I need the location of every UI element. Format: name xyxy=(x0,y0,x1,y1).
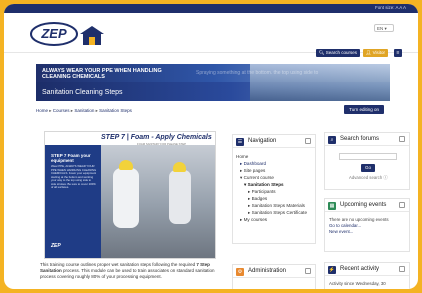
zep-logo[interactable]: ZEP xyxy=(30,21,108,47)
block-actions-icon[interactable] xyxy=(399,266,405,272)
navigation-block: ☰ Navigation Home ▸ Dashboard ▸ Site pages… xyxy=(232,134,316,244)
worker-figure xyxy=(169,170,191,224)
breadcrumb-course[interactable]: Sanitation Steps xyxy=(99,108,132,113)
hardhat-icon xyxy=(173,162,186,172)
advanced-search-label: Advanced search xyxy=(349,175,383,180)
nav-item[interactable]: ▸ Site pages xyxy=(236,167,316,174)
image-logo: ZEP xyxy=(51,243,61,249)
language-select[interactable]: EN ▾ xyxy=(374,24,394,32)
block-header: ⌕ Search forums xyxy=(325,133,409,146)
upcoming-events-title: Upcoming events xyxy=(340,202,387,208)
nav-item-label: Current course xyxy=(243,175,274,180)
chevron-down-icon: ▾ xyxy=(384,26,387,31)
image-step-title: STEP 7 Foam your equipment xyxy=(51,153,91,163)
nav-item[interactable]: ▸ Sanitation Steps Certificate xyxy=(236,209,316,216)
lang-label: EN xyxy=(377,26,384,31)
course-image: STEP 7 | Foam - Apply Chemicals FOAM SAN… xyxy=(44,131,216,259)
font-size-control[interactable]: Font size: A A A xyxy=(375,5,406,10)
navigation-tree: Home ▸ Dashboard ▸ Site pages ▾ Current cou… xyxy=(236,153,316,223)
action-bar: 🔍︎ Search courses 👤︎ Visitor ≡ xyxy=(32,48,414,59)
events-content: There are no upcoming events Go to calen… xyxy=(329,217,409,235)
banner-overlay-text: Spraying something at the bottom. the to… xyxy=(196,70,319,76)
user-icon: 👤︎ xyxy=(365,50,373,55)
outer-frame: Font size: A A A ZEP EN ▾ 🔍︎ Search cour… xyxy=(0,0,422,293)
search-icon: 🔍︎ xyxy=(318,50,326,55)
block-header: ⚡ Recent activity xyxy=(325,263,409,276)
description-text-2: process. This module can be used to trai… xyxy=(40,268,215,279)
nav-item-label: Sanitation Steps Certificate xyxy=(251,210,308,215)
search-courses-label: Search courses xyxy=(325,50,357,55)
image-step-body: Wear PPE, ALWAYS WEAR YOUR PPE WHEN HAND… xyxy=(51,164,97,189)
block-actions-icon[interactable] xyxy=(399,202,405,208)
visitor-label: Visitor xyxy=(372,50,385,55)
search-icon: ⌕ xyxy=(328,136,336,144)
forum-search-input[interactable] xyxy=(339,153,397,160)
nav-item-label: Badges xyxy=(251,196,268,201)
description-text: This training course outlines proper wet… xyxy=(40,262,197,267)
nav-item[interactable]: ▾ Current course xyxy=(236,174,316,181)
nav-item[interactable]: ▾ Sanitation Steps xyxy=(236,181,316,188)
block-actions-icon[interactable] xyxy=(399,136,405,142)
page: Font size: A A A ZEP EN ▾ 🔍︎ Search cour… xyxy=(4,4,418,289)
nav-item-label: Sanitation Steps Materials xyxy=(251,203,305,208)
breadcrumb: Home ▸ Courses ▸ Sanitation ▸ Sanitation… xyxy=(36,108,132,113)
breadcrumb-sanitation[interactable]: Sanitation xyxy=(74,108,94,113)
nav-item[interactable]: Home xyxy=(236,153,316,160)
search-forums-block: ⌕ Search forums Go Advanced search ⓘ xyxy=(324,132,410,190)
search-forums-title: Search forums xyxy=(340,136,380,142)
search-courses-button[interactable]: 🔍︎ Search courses xyxy=(315,49,360,57)
image-title: STEP 7 | Foam - Apply Chemicals xyxy=(101,134,212,141)
nav-item[interactable]: ▸ Dashboard xyxy=(236,160,316,167)
hardhat-icon xyxy=(119,160,133,170)
bolt-icon: ⚡ xyxy=(328,266,336,274)
worker-figure xyxy=(113,168,139,228)
visitor-button[interactable]: 👤︎ Visitor xyxy=(362,49,388,57)
menu-button[interactable]: ≡ xyxy=(394,49,402,57)
recent-activity-title: Recent activity xyxy=(340,266,380,272)
administration-block: ⚙ Administration xyxy=(232,264,316,289)
nav-item-label: Site pages xyxy=(243,168,266,173)
nav-item-label: Participants xyxy=(251,189,276,194)
block-header: ⚙ Administration xyxy=(233,265,315,278)
block-actions-icon[interactable] xyxy=(305,138,311,144)
breadcrumb-home[interactable]: Home xyxy=(36,108,48,113)
help-icon: ⓘ xyxy=(383,175,388,180)
gear-icon: ⚙ xyxy=(236,268,244,276)
navigation-title: Navigation xyxy=(248,138,277,144)
nav-item-label: Dashboard xyxy=(243,161,267,166)
recent-activity-text: Activity since Wednesday, 30 xyxy=(329,281,386,286)
course-title: Sanitation Cleaning Steps xyxy=(42,89,123,96)
nav-item[interactable]: ▸ My courses xyxy=(236,216,316,223)
nav-item[interactable]: ▸ Participants xyxy=(236,188,316,195)
upcoming-events-block: ▦ Upcoming events There are no upcoming … xyxy=(324,198,410,252)
go-button[interactable]: Go xyxy=(361,164,375,172)
calendar-icon: ▦ xyxy=(328,202,336,210)
logo-text: ZEP xyxy=(40,26,67,41)
sitemap-icon: ☰ xyxy=(236,138,244,146)
recent-activity-block: ⚡ Recent activity Activity since Wednesd… xyxy=(324,262,410,289)
nav-item-label: My courses xyxy=(243,217,268,222)
nav-item[interactable]: ▸ Sanitation Steps Materials xyxy=(236,202,316,209)
administration-title: Administration xyxy=(248,268,287,274)
image-info-panel: STEP 7 Foam your equipment Wear PPE, ALW… xyxy=(45,145,101,258)
block-header: ▦ Upcoming events xyxy=(325,199,409,212)
block-actions-icon[interactable] xyxy=(305,268,311,274)
breadcrumb-courses[interactable]: Courses xyxy=(53,108,70,113)
course-description: This training course outlines proper wet… xyxy=(40,262,220,280)
banner-headline: ALWAYS WEAR YOUR PPE WHEN HANDLING CLEAN… xyxy=(42,68,162,80)
top-bar: Font size: A A A xyxy=(4,4,418,13)
course-banner: ALWAYS WEAR YOUR PPE WHEN HANDLING CLEAN… xyxy=(36,64,390,101)
nav-item[interactable]: ▸ Badges xyxy=(236,195,316,202)
block-header: ☰ Navigation xyxy=(233,135,315,148)
nav-item-label: Sanitation Steps xyxy=(247,182,284,187)
new-event-link[interactable]: New event... xyxy=(329,229,409,235)
nav-item-label: Home xyxy=(236,154,249,159)
advanced-search-link[interactable]: Advanced search ⓘ xyxy=(349,175,388,181)
turn-editing-on-button[interactable]: Turn editing on xyxy=(344,105,384,114)
